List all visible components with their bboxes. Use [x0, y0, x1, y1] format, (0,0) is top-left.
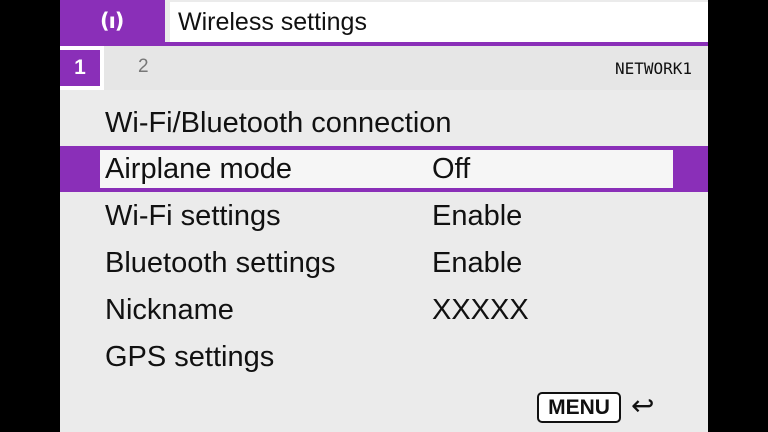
menu-item-label: Wi-Fi settings	[105, 200, 281, 232]
menu-item-value: XXXXX	[432, 294, 529, 326]
camera-screen: (ı) Wireless settings 1 2 NETWORK1 Wi-Fi…	[60, 0, 708, 432]
back-arrow-icon[interactable]: ↩	[631, 389, 654, 422]
menu-item-value: Enable	[432, 200, 523, 232]
menu-item-label: GPS settings	[105, 341, 275, 373]
page-name: NETWORK1	[614, 59, 692, 78]
menu-item-wifi-settings[interactable]: Wi-Fi settings Enable	[60, 193, 708, 239]
header: (ı) Wireless settings	[60, 0, 708, 46]
menu-item-gps-settings[interactable]: GPS settings	[60, 334, 708, 380]
wifi-antenna-icon: (ı)	[100, 9, 124, 33]
menu-item-label: Airplane mode	[105, 153, 292, 185]
menu-item-nickname[interactable]: Nickname XXXXX	[60, 287, 708, 333]
page-tabs: 1 2 NETWORK1	[60, 46, 708, 90]
menu-item-value: Enable	[432, 247, 523, 279]
tab-1[interactable]: 1	[60, 46, 104, 90]
menu-item-airplane-mode[interactable]: Airplane mode Off	[60, 146, 708, 192]
tab-1-label: 1	[60, 50, 100, 86]
menu-item-label: Bluetooth settings	[105, 247, 336, 279]
title-area: Wireless settings	[170, 2, 708, 42]
menu-item-bluetooth-settings[interactable]: Bluetooth settings Enable	[60, 240, 708, 286]
tab-2[interactable]: 2	[138, 56, 149, 78]
page-title: Wireless settings	[178, 8, 367, 36]
menu-item-wifi-bluetooth-connection[interactable]: Wi-Fi/Bluetooth connection	[60, 100, 708, 146]
menu-button[interactable]: MENU	[537, 392, 621, 423]
menu-item-label: Nickname	[105, 294, 234, 326]
menu-item-value: Off	[432, 153, 471, 185]
wireless-category-tab[interactable]: (ı)	[60, 0, 165, 46]
menu-item-label: Wi-Fi/Bluetooth connection	[105, 107, 452, 139]
